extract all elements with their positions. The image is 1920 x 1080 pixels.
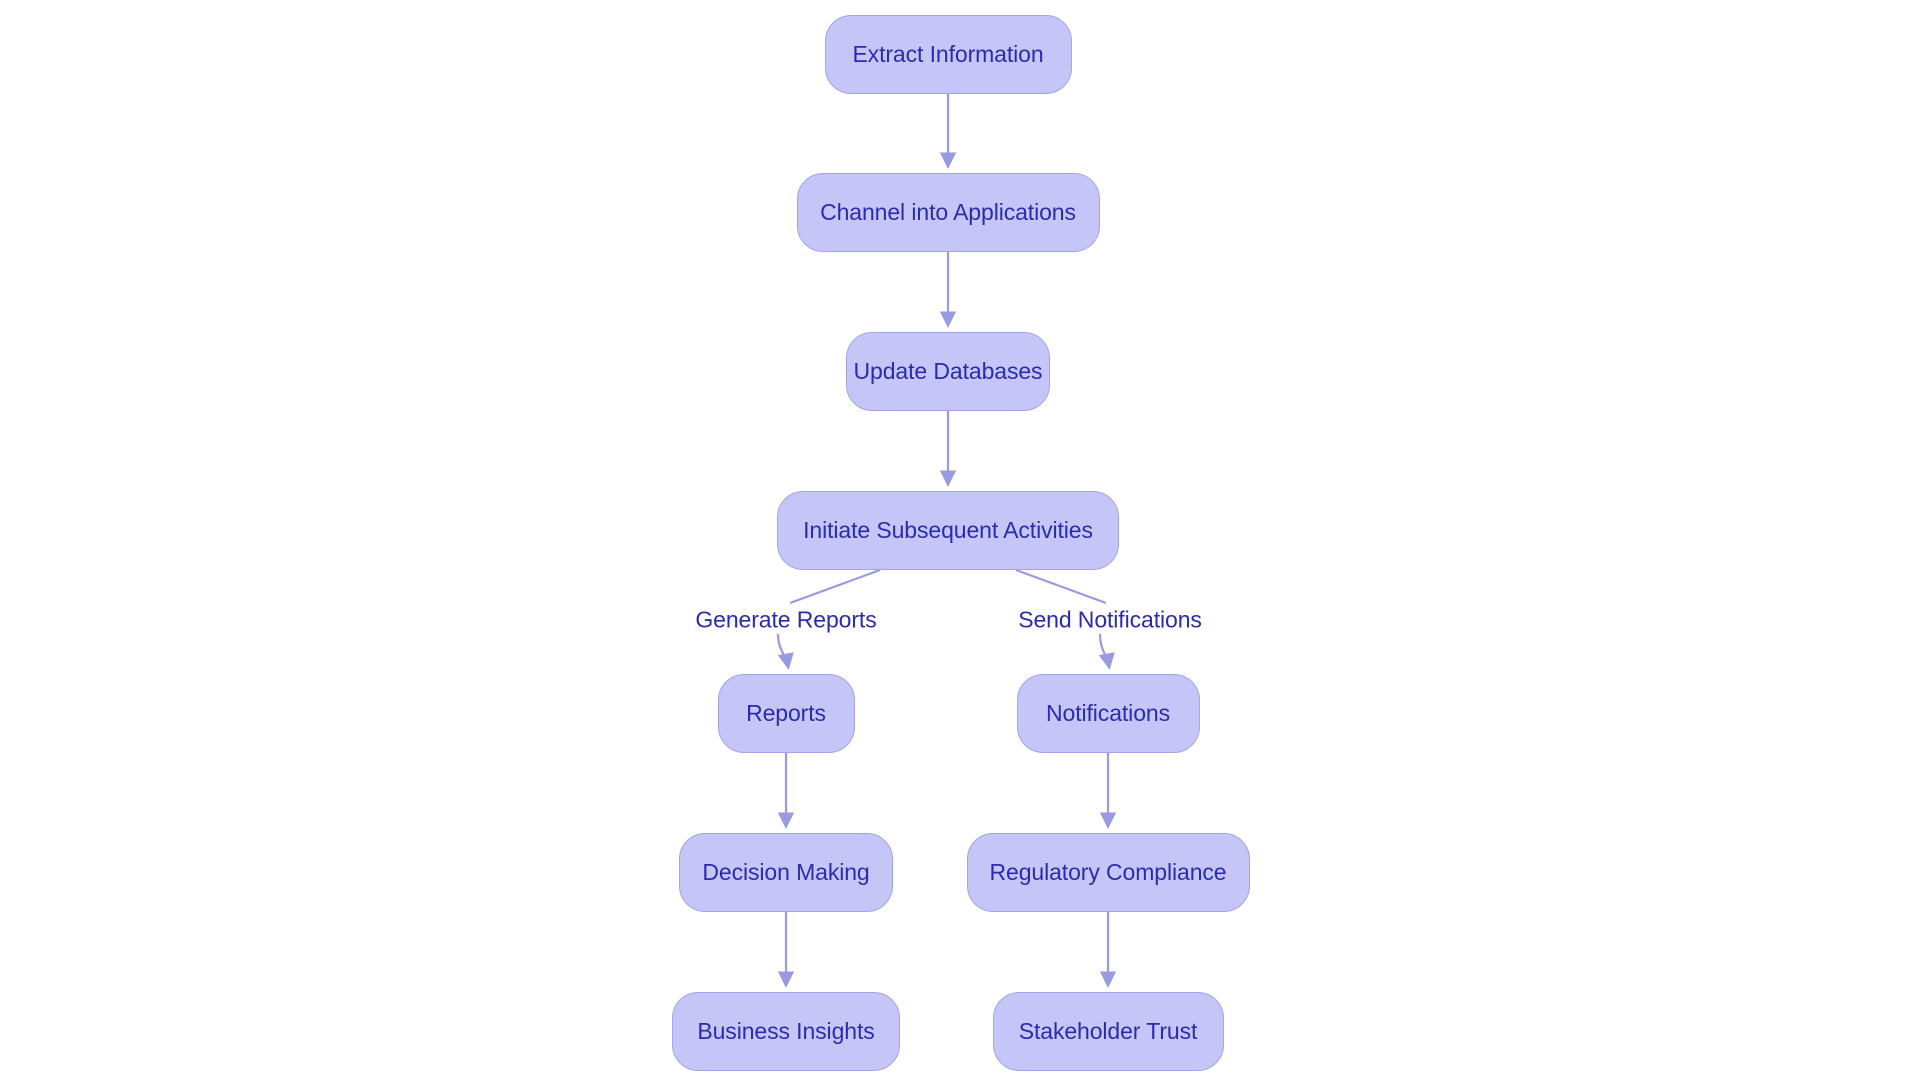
node-label: Decision Making [702, 858, 870, 885]
edge-initiate-to-reports [789, 568, 881, 605]
node-label: Business Insights [697, 1017, 875, 1044]
node-label: Stakeholder Trust [1018, 1017, 1198, 1044]
node-update-databases[interactable]: Update Databases [846, 331, 1050, 411]
node-decision-making[interactable]: Decision Making [679, 832, 893, 912]
node-label: Update Databases [853, 357, 1043, 384]
node-label: Channel into Applications [820, 198, 1076, 225]
flowchart-canvas: Extract Information Channel into Applica… [0, 0, 1920, 1080]
edge-initiate-to-reports-arrow [776, 633, 794, 670]
node-label: Regulatory Compliance [989, 858, 1227, 885]
node-label: Reports [746, 699, 826, 726]
node-regulatory-compliance[interactable]: Regulatory Compliance [966, 832, 1250, 912]
edge-label-send-notifications: Send Notifications [1018, 606, 1202, 633]
node-label: Notifications [1046, 699, 1170, 726]
edge-initiate-to-notifications-arrow [1098, 633, 1115, 670]
node-label: Extract Information [852, 40, 1044, 67]
edge-label-generate-reports: Generate Reports [695, 606, 877, 633]
node-initiate-subsequent-activities[interactable]: Initiate Subsequent Activities [777, 490, 1119, 570]
edge-initiate-to-notifications [1015, 568, 1107, 605]
node-reports[interactable]: Reports [717, 673, 855, 753]
node-business-insights[interactable]: Business Insights [672, 991, 900, 1071]
node-extract-information[interactable]: Extract Information [824, 14, 1072, 94]
node-label: Initiate Subsequent Activities [803, 516, 1093, 543]
node-channel-into-applications[interactable]: Channel into Applications [796, 172, 1100, 252]
node-stakeholder-trust[interactable]: Stakeholder Trust [992, 991, 1224, 1071]
node-notifications[interactable]: Notifications [1016, 673, 1200, 753]
